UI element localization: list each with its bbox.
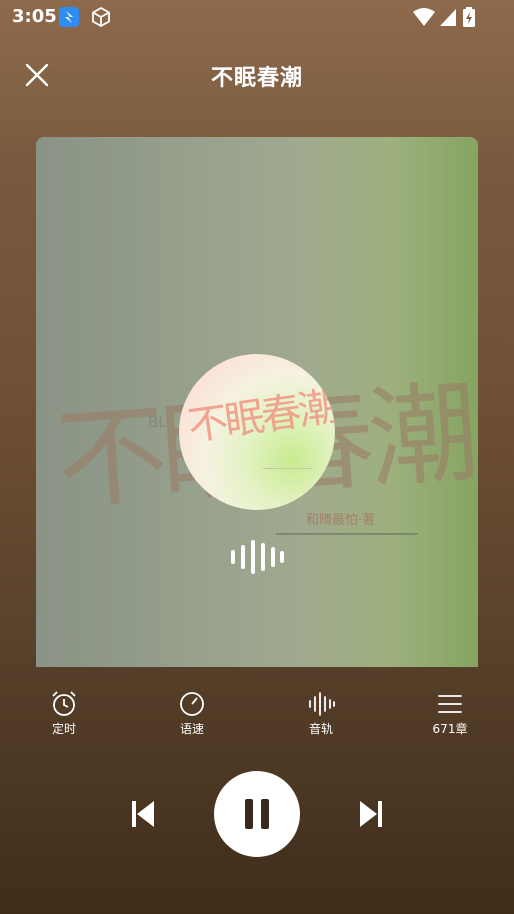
pause-icon (245, 799, 269, 829)
page-title: 不眠春潮 (210, 66, 303, 91)
alarm-clock-icon (52, 691, 76, 716)
wifi-icon (412, 6, 436, 28)
player-controls (0, 770, 514, 860)
next-icon (360, 801, 382, 827)
audio-track-button[interactable]: 音轨 (281, 690, 361, 737)
previous-button[interactable] (128, 798, 158, 830)
function-controls: 定时 语速 音轨 671章 (0, 690, 514, 750)
audio-track-icon (309, 692, 335, 716)
speed-label: 语速 (179, 722, 204, 736)
cover-author: 和晴最怕·著 (306, 513, 376, 528)
battery-charging-icon (462, 6, 476, 28)
speedometer-icon (180, 692, 204, 716)
speed-button[interactable]: 语速 (152, 690, 232, 737)
menu-list-icon (438, 695, 462, 713)
previous-icon (132, 801, 154, 827)
signal-icon (438, 6, 458, 28)
status-time: 3:05 (12, 6, 57, 27)
chapters-button[interactable]: 671章 (410, 690, 490, 737)
audio-track-label: 音轨 (308, 722, 333, 736)
header: 不眠春潮 (0, 50, 514, 100)
next-button[interactable] (356, 798, 386, 830)
disc-title-art: 不眠春潮 (185, 383, 335, 451)
album-disc: 不眠春潮 (179, 354, 335, 510)
timer-label: 定时 (51, 722, 76, 736)
cube-icon (90, 6, 112, 28)
app-notification-icon (58, 6, 80, 28)
chapters-label: 671章 (432, 722, 468, 736)
cover-subtitle: BL (148, 413, 167, 431)
timer-button[interactable]: 定时 (24, 690, 104, 737)
audio-wave-icon (228, 538, 286, 576)
status-bar: 3:05 (0, 0, 514, 34)
cover-divider (276, 533, 418, 535)
disc-divider (263, 468, 313, 469)
pause-button[interactable] (214, 771, 300, 857)
